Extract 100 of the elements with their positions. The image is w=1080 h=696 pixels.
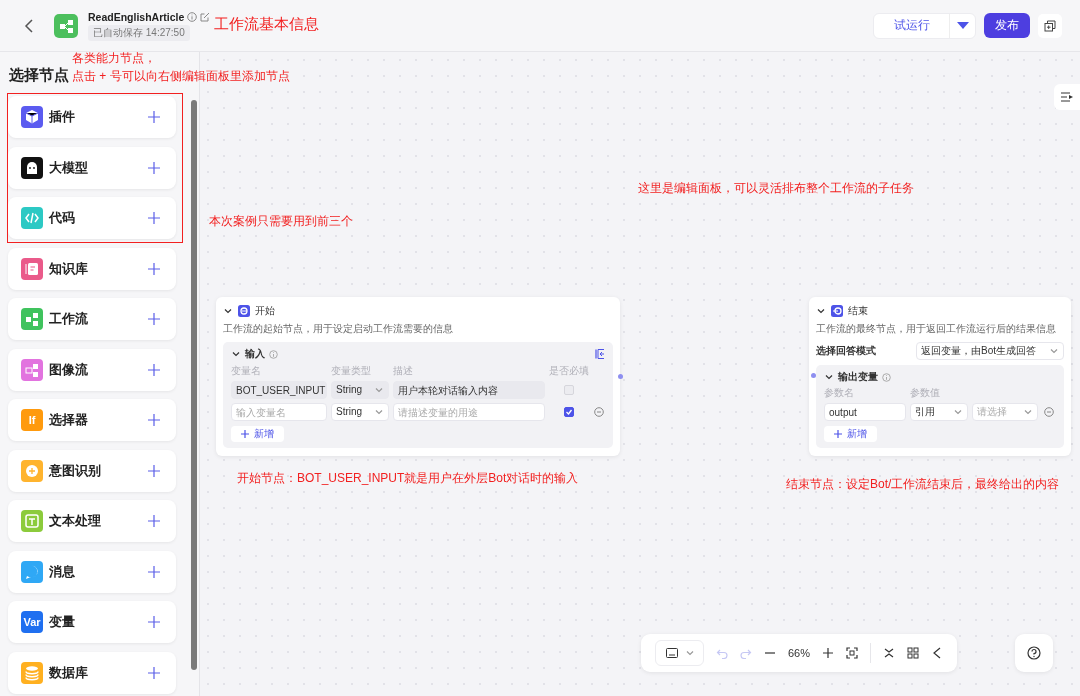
chevron-down-icon xyxy=(1049,346,1059,356)
sidebar-title: 选择节点 xyxy=(9,66,69,84)
chevron-down-icon xyxy=(374,385,384,395)
connection-port[interactable] xyxy=(618,374,623,379)
end-node-icon xyxy=(831,305,843,317)
annotation-text: 结束节点：设定Bot/工作流结束后，最终给出的内容 xyxy=(786,476,1060,493)
list-icon xyxy=(1061,92,1073,102)
remove-icon[interactable] xyxy=(1044,407,1054,417)
node-item[interactable]: Var 变量 xyxy=(8,601,176,643)
add-icon[interactable] xyxy=(148,313,160,325)
workflow-title: ReadEnglishArticle xyxy=(88,10,185,23)
node-title: 开始 xyxy=(255,304,275,318)
add-icon[interactable] xyxy=(148,161,160,174)
scrollbar-thumb[interactable] xyxy=(191,100,197,670)
node-item[interactable]: 消息 xyxy=(8,550,176,593)
node-label: 意图识别 xyxy=(49,461,102,480)
collapse-chevron-icon[interactable] xyxy=(231,349,241,359)
start-node-icon xyxy=(238,305,250,317)
node-description: 工作流的起始节点，用于设定启动工作流需要的信息 xyxy=(223,322,454,336)
parameter-name-field[interactable]: output xyxy=(824,403,906,421)
help-button[interactable] xyxy=(1015,634,1053,672)
add-button[interactable]: 新增 xyxy=(231,426,284,442)
node-item[interactable]: If 选择器 xyxy=(8,399,176,441)
node-label: 变量 xyxy=(49,613,76,631)
end-node-card[interactable]: 结束 工作流的最终节点，用于返回工作流运行后的结果信息 选择回答模式 返回变量，由Bot生成回答 输出变量 参数名 参数值 output 引用 请选择 新增 xyxy=(809,297,1071,456)
zoom-level: 66% xyxy=(788,647,811,659)
node-item[interactable]: 意图识别 xyxy=(8,449,176,492)
if-icon: If xyxy=(21,409,43,431)
variable-icon: Var xyxy=(21,611,43,633)
chevron-down-icon xyxy=(1023,407,1033,417)
annotation-text: 点击 + 号可以向右侧编辑面板里添加节点 xyxy=(72,68,290,85)
zoom-in-icon[interactable] xyxy=(822,647,835,659)
node-title: 结束 xyxy=(848,304,868,318)
node-item[interactable]: 工作流 xyxy=(8,298,176,340)
collapse-chevron-icon[interactable] xyxy=(223,306,233,316)
plus-icon xyxy=(241,430,249,438)
node-item[interactable]: 文本处理 xyxy=(8,500,176,542)
add-icon[interactable] xyxy=(148,111,160,123)
collapse-chevron-icon[interactable] xyxy=(824,372,834,382)
column-header: 参数名 xyxy=(824,387,855,399)
info-icon[interactable] xyxy=(187,11,198,22)
node-item[interactable]: 图像流 xyxy=(8,348,176,391)
type-select[interactable]: String xyxy=(331,403,389,421)
caret-icon xyxy=(956,22,969,29)
add-icon[interactable] xyxy=(148,363,160,376)
node-label: 选择器 xyxy=(49,411,89,429)
add-icon[interactable] xyxy=(148,666,160,679)
fit-view-icon[interactable] xyxy=(846,647,859,659)
screen-mode-select[interactable] xyxy=(655,640,704,666)
edit-icon[interactable] xyxy=(200,11,211,22)
field-label: 选择回答模式 xyxy=(816,344,876,358)
autosave-status: 已自动保存 14:27:50 xyxy=(88,24,190,41)
help-icon xyxy=(1027,646,1041,660)
back-icon[interactable] xyxy=(24,17,34,34)
add-icon[interactable] xyxy=(148,616,160,628)
required-checkbox[interactable] xyxy=(564,407,574,417)
node-label: 文本处理 xyxy=(49,512,102,530)
collapse-chevron-icon[interactable] xyxy=(816,306,826,316)
info-icon[interactable] xyxy=(882,372,891,382)
chevron-down-icon xyxy=(685,648,695,658)
publish-button[interactable]: 发布 xyxy=(984,13,1030,38)
column-header: 参数值 xyxy=(910,387,941,399)
node-item[interactable]: 插件 xyxy=(8,96,176,138)
node-label: 代码 xyxy=(49,209,76,227)
plus-icon xyxy=(834,430,842,438)
node-label: 工作流 xyxy=(49,310,89,328)
node-label: 消息 xyxy=(49,562,76,581)
annotation-text: 开始节点：BOT_USER_INPUT就是用户在外层Bot对话时的输入 xyxy=(237,470,579,487)
answer-mode-select[interactable]: 返回变量，由Bot生成回答 xyxy=(916,342,1064,360)
add-button[interactable]: 新增 xyxy=(824,426,877,442)
add-icon[interactable] xyxy=(148,565,160,578)
copy-icon xyxy=(1044,19,1056,32)
column-header: 描述 xyxy=(393,365,414,377)
node-description: 工作流的最终节点，用于返回工作流运行后的结果信息 xyxy=(816,322,1057,336)
node-item[interactable]: 知识库 xyxy=(8,247,176,290)
node-label: 大模型 xyxy=(49,158,89,177)
add-icon[interactable] xyxy=(148,212,160,224)
import-icon[interactable] xyxy=(595,349,605,359)
connection-port[interactable] xyxy=(811,373,816,378)
node-item[interactable]: 代码 xyxy=(8,197,176,239)
info-icon[interactable] xyxy=(269,349,278,359)
panel-toggle-button[interactable] xyxy=(1054,84,1080,110)
collapse-icon[interactable] xyxy=(883,647,896,659)
section-title: 输入 xyxy=(245,347,265,361)
add-icon[interactable] xyxy=(148,262,160,275)
copy-button[interactable] xyxy=(1038,13,1062,38)
add-icon[interactable] xyxy=(148,414,160,426)
grid-icon[interactable] xyxy=(907,647,920,659)
remove-icon[interactable] xyxy=(594,407,604,417)
node-label: 知识库 xyxy=(49,259,89,278)
node-item[interactable]: 大模型 xyxy=(8,146,176,189)
add-icon[interactable] xyxy=(148,515,160,527)
annotation-text: 工作流基本信息 xyxy=(214,15,319,33)
source-select[interactable]: 引用 xyxy=(910,403,968,421)
node-label: 插件 xyxy=(49,108,76,126)
chevron-down-icon xyxy=(374,407,384,417)
annotation-text: 各类能力节点， xyxy=(72,50,156,67)
workflow-icon xyxy=(54,13,78,38)
add-icon[interactable] xyxy=(148,464,160,477)
node-item[interactable]: 数据库 xyxy=(8,651,176,694)
